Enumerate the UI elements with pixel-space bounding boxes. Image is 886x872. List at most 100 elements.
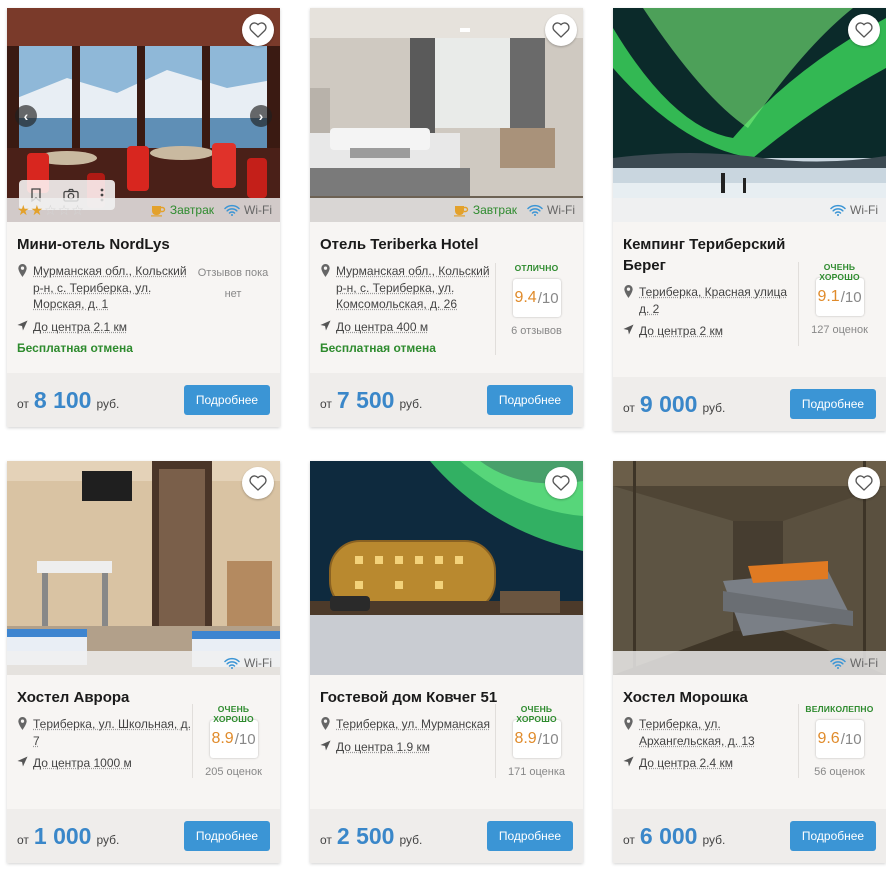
details-button[interactable]: Подробнее — [184, 385, 270, 415]
navigation-arrow-icon — [17, 319, 28, 331]
price-currency: руб. — [96, 396, 120, 411]
favorite-button[interactable] — [848, 467, 880, 499]
hotel-address[interactable]: Териберка, ул. Мурманская — [336, 716, 490, 733]
rating-block: очень хорошо 9.1/10 127 оценок — [798, 262, 876, 346]
free-cancellation: Бесплатная отмена — [17, 341, 133, 355]
price: от 6 000 руб. — [623, 823, 725, 850]
wifi-label: Wi-Fi — [244, 203, 272, 217]
details-button[interactable]: Подробнее — [790, 821, 876, 851]
price-value: 8 100 — [33, 386, 92, 413]
photo-wooden-room — [613, 461, 886, 675]
distance-to-center[interactable]: До центра 1.9 км — [336, 739, 430, 756]
hotel-address[interactable]: Мурманская обл., Кольский р-н, с. Терибе… — [336, 263, 495, 313]
hotel-photo[interactable]: Wi-Fi — [613, 461, 886, 675]
hotel-photo[interactable]: Wi-Fi — [613, 8, 886, 222]
reviews-count[interactable]: 205 оценок — [197, 766, 270, 778]
card-footer: от 8 100 руб. Подробнее — [7, 373, 280, 427]
amenities-bar: Wi-Fi — [613, 198, 886, 222]
details-button[interactable]: Подробнее — [487, 821, 573, 851]
favorite-button[interactable] — [242, 467, 274, 499]
details-button[interactable]: Подробнее — [184, 821, 270, 851]
hotel-title[interactable]: Отель Teriberka Hotel — [320, 234, 510, 255]
hotel-title[interactable]: Кемпинг Териберский Берег — [623, 234, 813, 276]
photo-hotel-room — [310, 8, 583, 222]
hotel-card[interactable]: Гостевой дом Ковчег 51 Териберка, ул. Му… — [310, 461, 583, 863]
wifi-label: Wi-Fi — [850, 656, 878, 670]
distance-to-center[interactable]: До центра 2 км — [639, 323, 723, 340]
rating-grade: великолепно — [805, 704, 874, 714]
hotel-address[interactable]: Мурманская обл., Кольский р-н, с. Терибе… — [33, 263, 192, 313]
score-badge[interactable]: 9.4/10 — [512, 279, 561, 317]
reviews-count[interactable]: 56 оценок — [803, 766, 876, 778]
navigation-arrow-icon — [320, 739, 331, 751]
price-currency: руб. — [96, 832, 120, 847]
wifi-label: Wi-Fi — [850, 203, 878, 217]
hotel-photo[interactable]: ‹ › ★ ★ ☆ ☆ ☆ Завтрак Wi-Fi — [7, 8, 280, 222]
heart-icon — [854, 473, 874, 493]
price-currency: руб. — [399, 396, 423, 411]
hotel-card[interactable]: ‹ › ★ ★ ☆ ☆ ☆ Завтрак Wi-Fi Мини-отель NordL… — [7, 8, 280, 427]
price: от 1 000 руб. — [17, 823, 119, 850]
hotel-title[interactable]: Хостел Морошка — [623, 687, 813, 708]
favorite-button[interactable] — [545, 14, 577, 46]
hotel-photo[interactable]: Wi-Fi — [7, 461, 280, 675]
breakfast-amenity: Завтрак — [453, 203, 517, 217]
card-footer: от 2 500 руб. Подробнее — [310, 809, 583, 863]
distance-to-center[interactable]: До центра 1000 м — [33, 755, 132, 772]
no-reviews-text: Отзывов пока нет — [197, 267, 269, 300]
star-icon: ★ — [17, 202, 30, 218]
distance-to-center[interactable]: До центра 2.1 км — [33, 319, 127, 336]
score-value: 9.6 — [817, 730, 840, 747]
hotel-card[interactable]: Wi-Fi Кемпинг Териберский Берег Териберк… — [613, 8, 886, 431]
star-icon: ☆ — [44, 202, 57, 218]
hotel-address[interactable]: Териберка, ул. Архангельская, д. 13 — [639, 716, 798, 749]
reviews-count[interactable]: 127 оценок — [803, 324, 876, 336]
amenities-bar: Завтрак Wi-Fi — [310, 198, 583, 222]
reviews-count[interactable]: 6 отзывов — [500, 325, 573, 337]
details-button[interactable]: Подробнее — [790, 389, 876, 419]
score-badge[interactable]: 8.9/10 — [512, 720, 561, 758]
location-pin-icon — [17, 263, 28, 277]
prev-photo-arrow[interactable]: ‹ — [15, 105, 37, 127]
distance-to-center[interactable]: До центра 400 м — [336, 319, 428, 336]
wifi-label: Wi-Fi — [547, 203, 575, 217]
wifi-icon — [830, 657, 846, 669]
reviews-count[interactable]: 171 оценка — [500, 766, 573, 778]
rating-block: очень хорошо 8.9/10 205 оценок — [192, 704, 270, 778]
hotel-photo[interactable]: Завтрак Wi-Fi — [310, 8, 583, 222]
hotel-address[interactable]: Териберка, ул. Школьная, д. 7 — [33, 716, 192, 749]
distance-to-center[interactable]: До центра 2.4 км — [639, 755, 733, 772]
hotel-card[interactable]: Завтрак Wi-Fi Отель Teriberka Hotel Мурм… — [310, 8, 583, 427]
hotel-address[interactable]: Териберка, Красная улица д. 2 — [639, 284, 798, 317]
price-from: от — [623, 400, 635, 415]
score-value: 9.1 — [817, 288, 840, 305]
navigation-arrow-icon — [623, 323, 634, 335]
navigation-arrow-icon — [17, 755, 28, 767]
hotel-title[interactable]: Гостевой дом Ковчег 51 — [320, 687, 510, 708]
heart-icon — [248, 473, 268, 493]
score-value: 8.9 — [211, 730, 234, 747]
hotel-card[interactable]: Wi-Fi Хостел Морошка Териберка, ул. Арха… — [613, 461, 886, 863]
score-badge[interactable]: 8.9/10 — [209, 720, 258, 758]
amenities-bar: Wi-Fi — [613, 651, 886, 675]
favorite-button[interactable] — [545, 467, 577, 499]
favorite-button[interactable] — [242, 14, 274, 46]
heart-icon — [854, 20, 874, 40]
location-pin-icon — [623, 716, 634, 730]
score-value: 9.4 — [514, 289, 537, 306]
hotel-card[interactable]: Wi-Fi Хостел Аврора Териберка, ул. Школь… — [7, 461, 280, 863]
score-badge[interactable]: 9.1/10 — [815, 278, 864, 316]
score-badge[interactable]: 9.6/10 — [815, 720, 864, 758]
hotel-title[interactable]: Мини-отель NordLys — [17, 234, 207, 255]
price-value: 6 000 — [639, 822, 698, 849]
favorite-button[interactable] — [848, 14, 880, 46]
hotel-title[interactable]: Хостел Аврора — [17, 687, 207, 708]
price-currency: руб. — [702, 832, 726, 847]
details-button[interactable]: Подробнее — [487, 385, 573, 415]
rating-grade: очень хорошо — [819, 262, 860, 282]
wifi-icon — [527, 204, 543, 216]
next-photo-arrow[interactable]: › — [250, 105, 272, 127]
price: от 9 000 руб. — [623, 391, 725, 418]
star-icon: ☆ — [71, 202, 84, 218]
hotel-photo[interactable] — [310, 461, 583, 675]
